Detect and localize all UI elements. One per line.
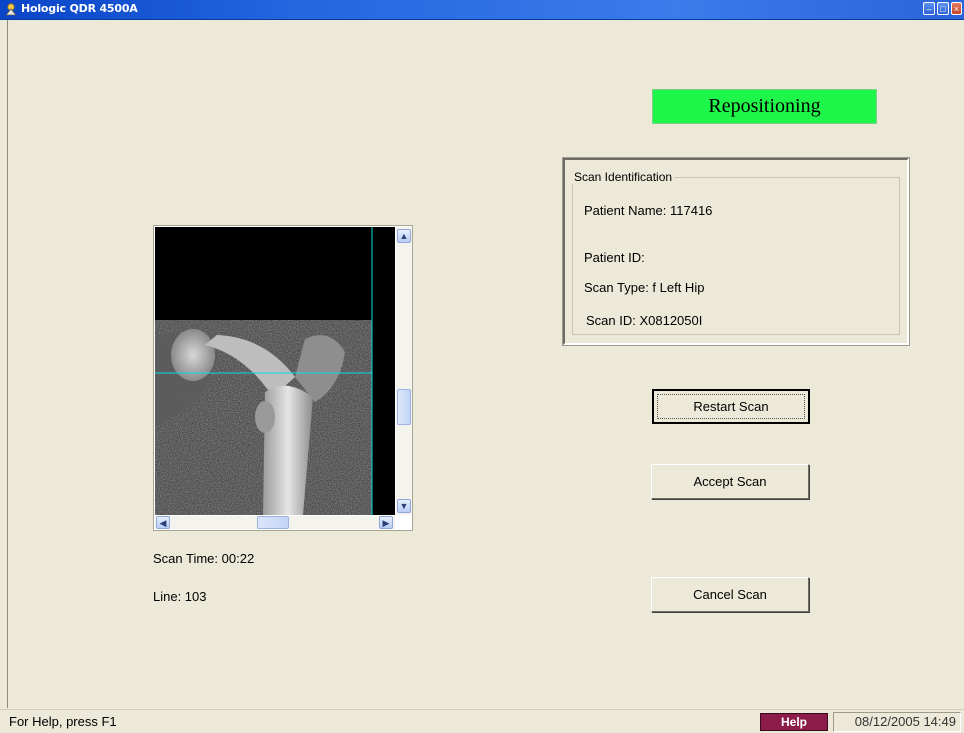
right-arrow-icon[interactable]: ▶ <box>379 516 393 529</box>
hip-scan-image <box>155 227 395 515</box>
scan-type-field: Scan Type: f Left Hip <box>584 280 705 295</box>
status-banner-text: Repositioning <box>708 95 821 117</box>
focus-ring <box>657 394 805 419</box>
help-button[interactable]: Help <box>760 713 828 731</box>
scan-image-viewer[interactable]: ▲ ▼ ◀ ▶ <box>153 225 413 531</box>
repositioning-status-banner: Repositioning <box>652 89 877 124</box>
patient-name-field: Patient Name: 117416 <box>584 203 713 218</box>
hologic-app-icon <box>5 3 17 16</box>
date-time-display: 08/12/2005 14:49 <box>833 712 961 732</box>
up-arrow-icon[interactable]: ▲ <box>397 229 411 243</box>
scan-time-label: Scan Time: 00:22 <box>153 551 255 566</box>
down-arrow-icon[interactable]: ▼ <box>397 499 411 513</box>
vertical-scroll-thumb[interactable] <box>397 389 411 425</box>
maximize-icon[interactable]: □ <box>937 2 949 15</box>
patient-id-field: Patient ID: <box>584 250 645 265</box>
minimize-icon[interactable]: – <box>923 2 935 15</box>
left-arrow-icon[interactable]: ◀ <box>156 516 170 529</box>
horizontal-scroll-thumb[interactable] <box>257 516 289 529</box>
accept-scan-button[interactable]: Accept Scan <box>651 464 809 499</box>
status-bar: For Help, press F1 Help 08/12/2005 14:49 <box>0 709 964 733</box>
accept-scan-label: Accept Scan <box>693 474 767 489</box>
cancel-scan-label: Cancel Scan <box>693 587 767 602</box>
window-frame-edge <box>7 20 8 708</box>
title-bar: Hologic QDR 4500A – □ × <box>0 0 964 20</box>
horizontal-scrollbar[interactable]: ◀ ▶ <box>155 516 395 529</box>
scan-id-field: Scan ID: X0812050I <box>586 313 703 328</box>
scan-identification-panel: Scan Identification Patient Name: 117416… <box>562 157 910 346</box>
scan-identification-legend: Scan Identification <box>572 170 675 184</box>
window-title: Hologic QDR 4500A <box>21 2 138 15</box>
close-icon[interactable]: × <box>951 2 962 15</box>
cancel-scan-button[interactable]: Cancel Scan <box>651 577 809 612</box>
restart-scan-button[interactable]: Restart Scan <box>652 389 810 424</box>
status-hint: For Help, press F1 <box>9 714 117 729</box>
vertical-scrollbar[interactable]: ▲ ▼ <box>396 227 412 515</box>
line-count-label: Line: 103 <box>153 589 207 604</box>
